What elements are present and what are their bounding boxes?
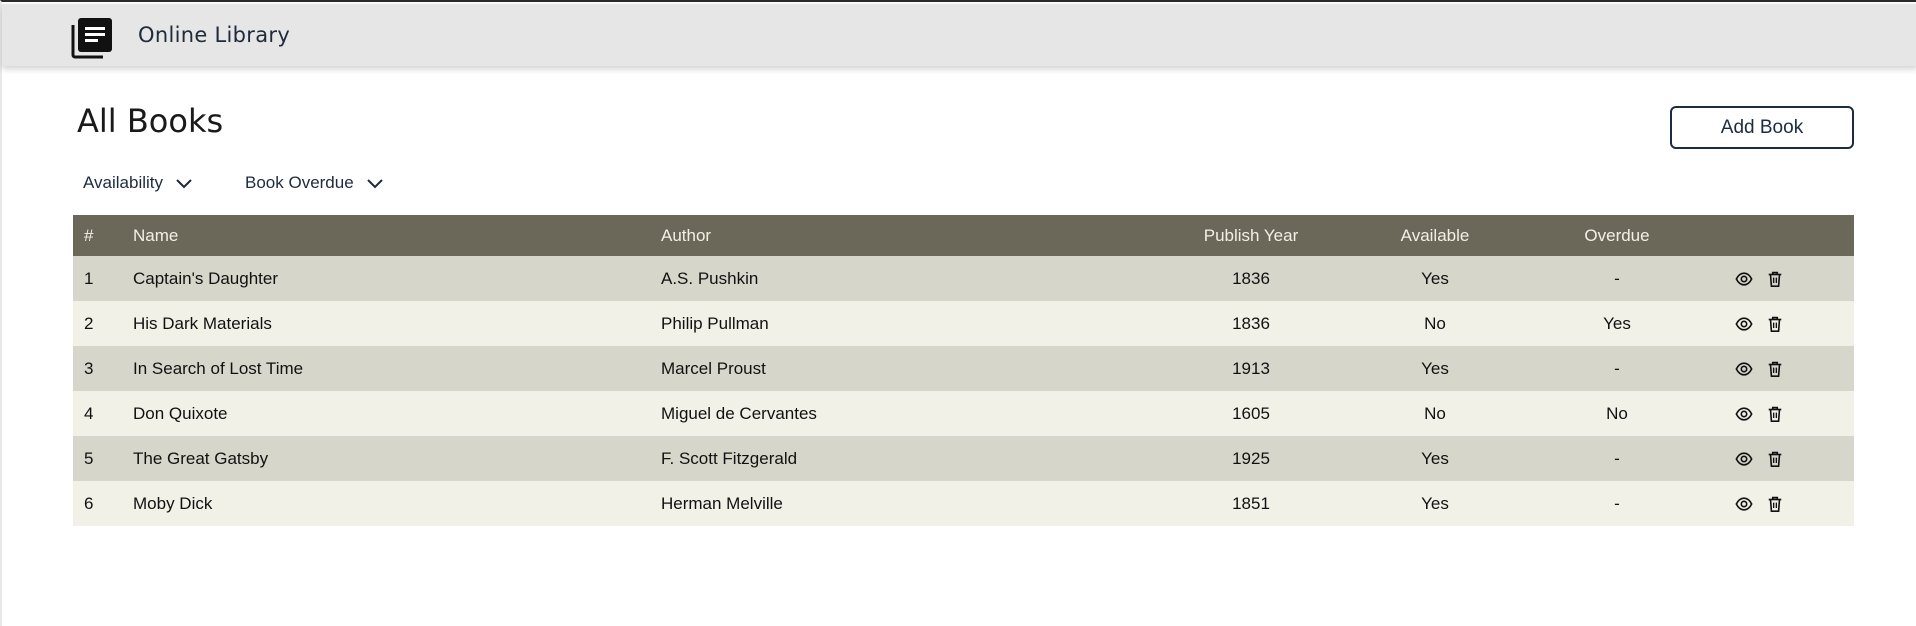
book-publish-year: 1836 [1232, 313, 1270, 333]
table-row[interactable]: 2 His Dark Materials Philip Pullman 1836… [73, 301, 1854, 346]
row-actions [1701, 346, 1854, 391]
eye-icon[interactable] [1735, 270, 1753, 288]
trash-icon[interactable] [1766, 495, 1784, 513]
trash-icon[interactable] [1766, 405, 1784, 423]
row-number: 3 [84, 358, 94, 378]
trash-icon[interactable] [1766, 315, 1784, 333]
chevron-down-icon [366, 179, 383, 189]
book-available: Yes [1421, 448, 1449, 468]
book-overdue: No [1606, 403, 1628, 423]
book-overdue: Yes [1603, 313, 1631, 333]
row-number: 5 [84, 448, 94, 468]
book-available: Yes [1421, 268, 1449, 288]
book-overdue-filter-label: Book Overdue [245, 173, 354, 192]
top-bar: Online Library [2, 4, 1916, 66]
book-name: Moby Dick [133, 493, 213, 513]
book-publish-year: 1925 [1232, 448, 1270, 468]
row-actions [1701, 391, 1854, 436]
book-author: Philip Pullman [661, 313, 769, 333]
book-name: The Great Gatsby [133, 448, 269, 468]
book-name: In Search of Lost Time [133, 358, 304, 378]
trash-icon[interactable] [1766, 360, 1784, 378]
eye-icon[interactable] [1735, 315, 1753, 333]
row-number: 2 [84, 313, 94, 333]
eye-icon[interactable] [1735, 360, 1753, 378]
eye-icon[interactable] [1735, 495, 1753, 513]
table-row[interactable]: 5 The Great Gatsby F. Scott Fitzgerald 1… [73, 436, 1854, 481]
book-author: A.S. Pushkin [661, 268, 759, 288]
book-overdue: - [1614, 358, 1620, 378]
column-header-number[interactable]: # [73, 215, 133, 256]
page-title: All Books [77, 102, 224, 140]
book-overdue: - [1614, 268, 1620, 288]
book-author: Miguel de Cervantes [661, 403, 817, 423]
row-actions [1701, 301, 1854, 346]
trash-icon[interactable] [1766, 450, 1784, 468]
table-row[interactable]: 1 Captain's Daughter A.S. Pushkin 1836 Y… [73, 256, 1854, 301]
app-frame: Online Library All Books Add Book Availa… [0, 0, 1916, 626]
table-row[interactable]: 3 In Search of Lost Time Marcel Proust 1… [73, 346, 1854, 391]
book-icon[interactable] [70, 15, 114, 59]
column-header-available[interactable]: Available [1337, 215, 1533, 256]
book-publish-year: 1605 [1232, 403, 1270, 423]
book-author: Marcel Proust [661, 358, 766, 378]
book-author: F. Scott Fitzgerald [661, 448, 798, 468]
table-header-row: # Name Author Publish Year Available Ove… [73, 215, 1854, 256]
book-available: No [1424, 403, 1446, 423]
book-publish-year: 1836 [1232, 268, 1270, 288]
eye-icon[interactable] [1735, 450, 1753, 468]
book-name: Captain's Daughter [133, 268, 278, 288]
book-available: Yes [1421, 493, 1449, 513]
app-title[interactable]: Online Library [138, 23, 290, 47]
book-name: His Dark Materials [133, 313, 272, 333]
book-available: No [1424, 313, 1446, 333]
column-header-publish-year[interactable]: Publish Year [1165, 215, 1337, 256]
book-publish-year: 1913 [1232, 358, 1270, 378]
availability-filter[interactable]: Availability [83, 172, 193, 194]
book-author: Herman Melville [661, 493, 783, 513]
column-header-name[interactable]: Name [133, 215, 661, 256]
chevron-down-icon [176, 179, 192, 189]
row-number: 6 [84, 493, 94, 513]
books-table: # Name Author Publish Year Available Ove… [73, 215, 1854, 526]
book-publish-year: 1851 [1232, 493, 1270, 513]
book-name: Don Quixote [133, 403, 228, 423]
column-header-author[interactable]: Author [661, 215, 1165, 256]
row-number: 4 [84, 403, 94, 423]
column-header-actions [1701, 215, 1854, 256]
row-actions [1701, 256, 1854, 301]
book-overdue: - [1614, 493, 1620, 513]
table-row[interactable]: 4 Don Quixote Miguel de Cervantes 1605 N… [73, 391, 1854, 436]
eye-icon[interactable] [1735, 405, 1753, 423]
row-number: 1 [84, 268, 94, 288]
table-row[interactable]: 6 Moby Dick Herman Melville 1851 Yes - [73, 481, 1854, 526]
book-available: Yes [1421, 358, 1449, 378]
row-actions [1701, 436, 1854, 481]
trash-icon[interactable] [1766, 270, 1784, 288]
book-overdue: - [1614, 448, 1620, 468]
row-actions [1701, 481, 1854, 526]
add-book-button[interactable]: Add Book [1670, 106, 1854, 149]
availability-filter-label: Availability [83, 173, 164, 192]
book-overdue-filter[interactable]: Book Overdue [245, 172, 384, 194]
column-header-overdue[interactable]: Overdue [1533, 215, 1701, 256]
